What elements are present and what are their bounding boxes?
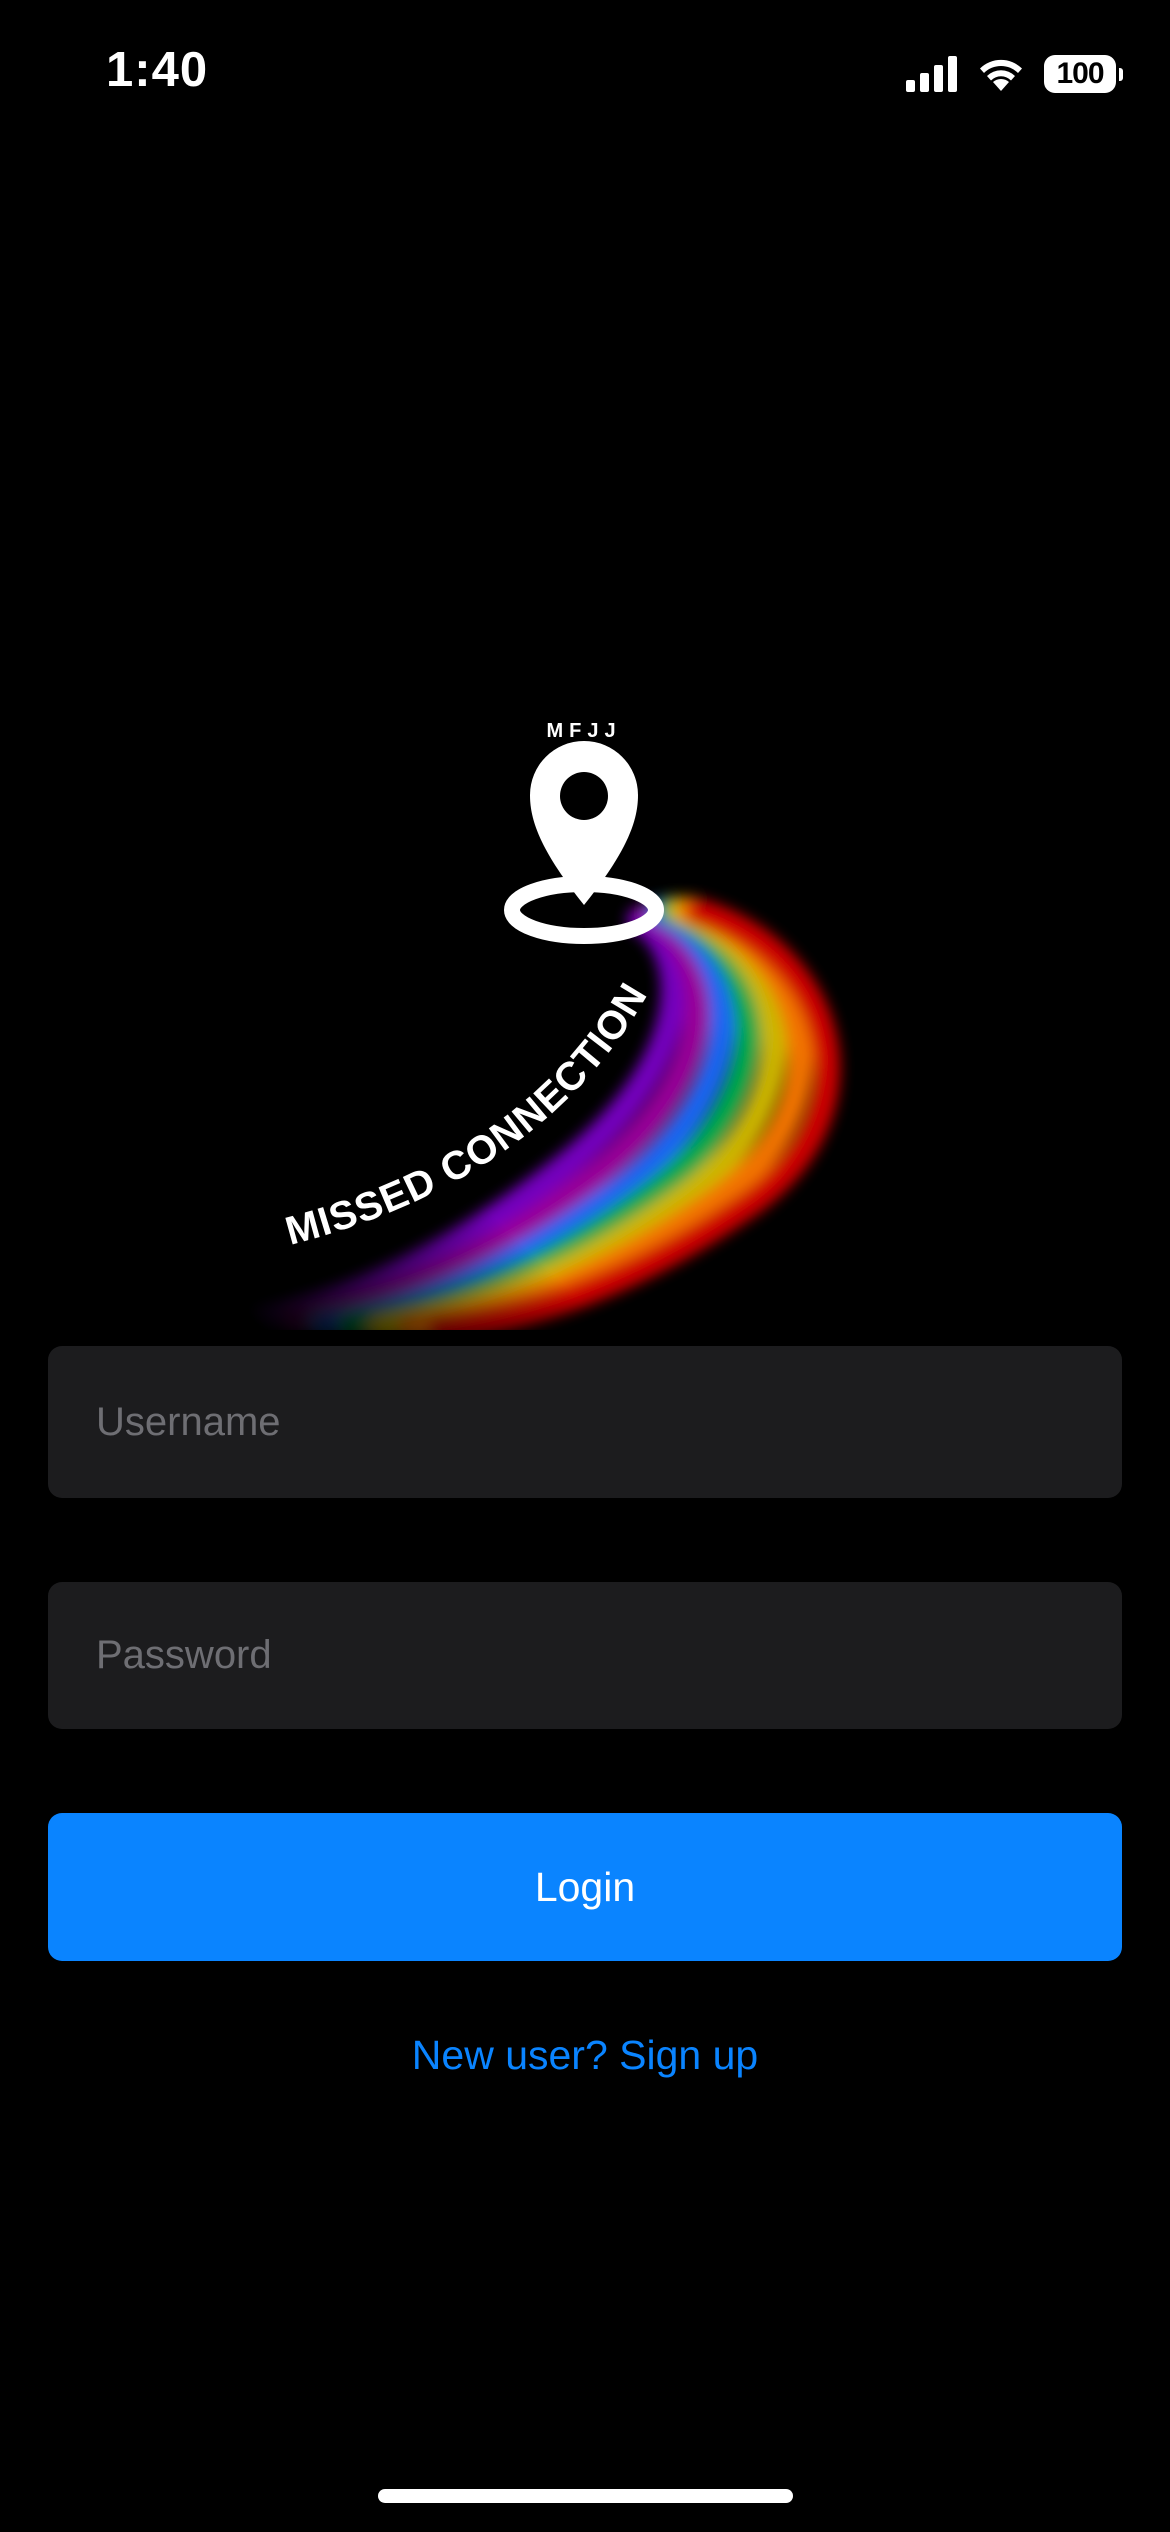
home-indicator[interactable]: [378, 2489, 793, 2503]
username-field[interactable]: [48, 1346, 1122, 1498]
battery-icon: 100: [1044, 55, 1123, 93]
map-pin-icon: [504, 741, 664, 944]
password-input[interactable]: [96, 1633, 1122, 1678]
username-input[interactable]: [96, 1399, 1122, 1445]
login-button[interactable]: Login: [48, 1813, 1122, 1961]
password-field[interactable]: [48, 1582, 1122, 1729]
status-icons: 100: [906, 52, 1123, 96]
app-logo: MFJJ MISSED CONNECTIONS: [240, 700, 840, 1330]
signup-link[interactable]: New user? Sign up: [0, 2032, 1170, 2079]
logo-top-text: MFJJ: [546, 720, 621, 742]
battery-level: 100: [1056, 57, 1104, 90]
status-bar: 1:40 100: [0, 0, 1170, 150]
wifi-icon: [980, 59, 1022, 91]
status-time: 1:40: [106, 43, 209, 97]
cellular-signal-icon: [906, 56, 957, 92]
